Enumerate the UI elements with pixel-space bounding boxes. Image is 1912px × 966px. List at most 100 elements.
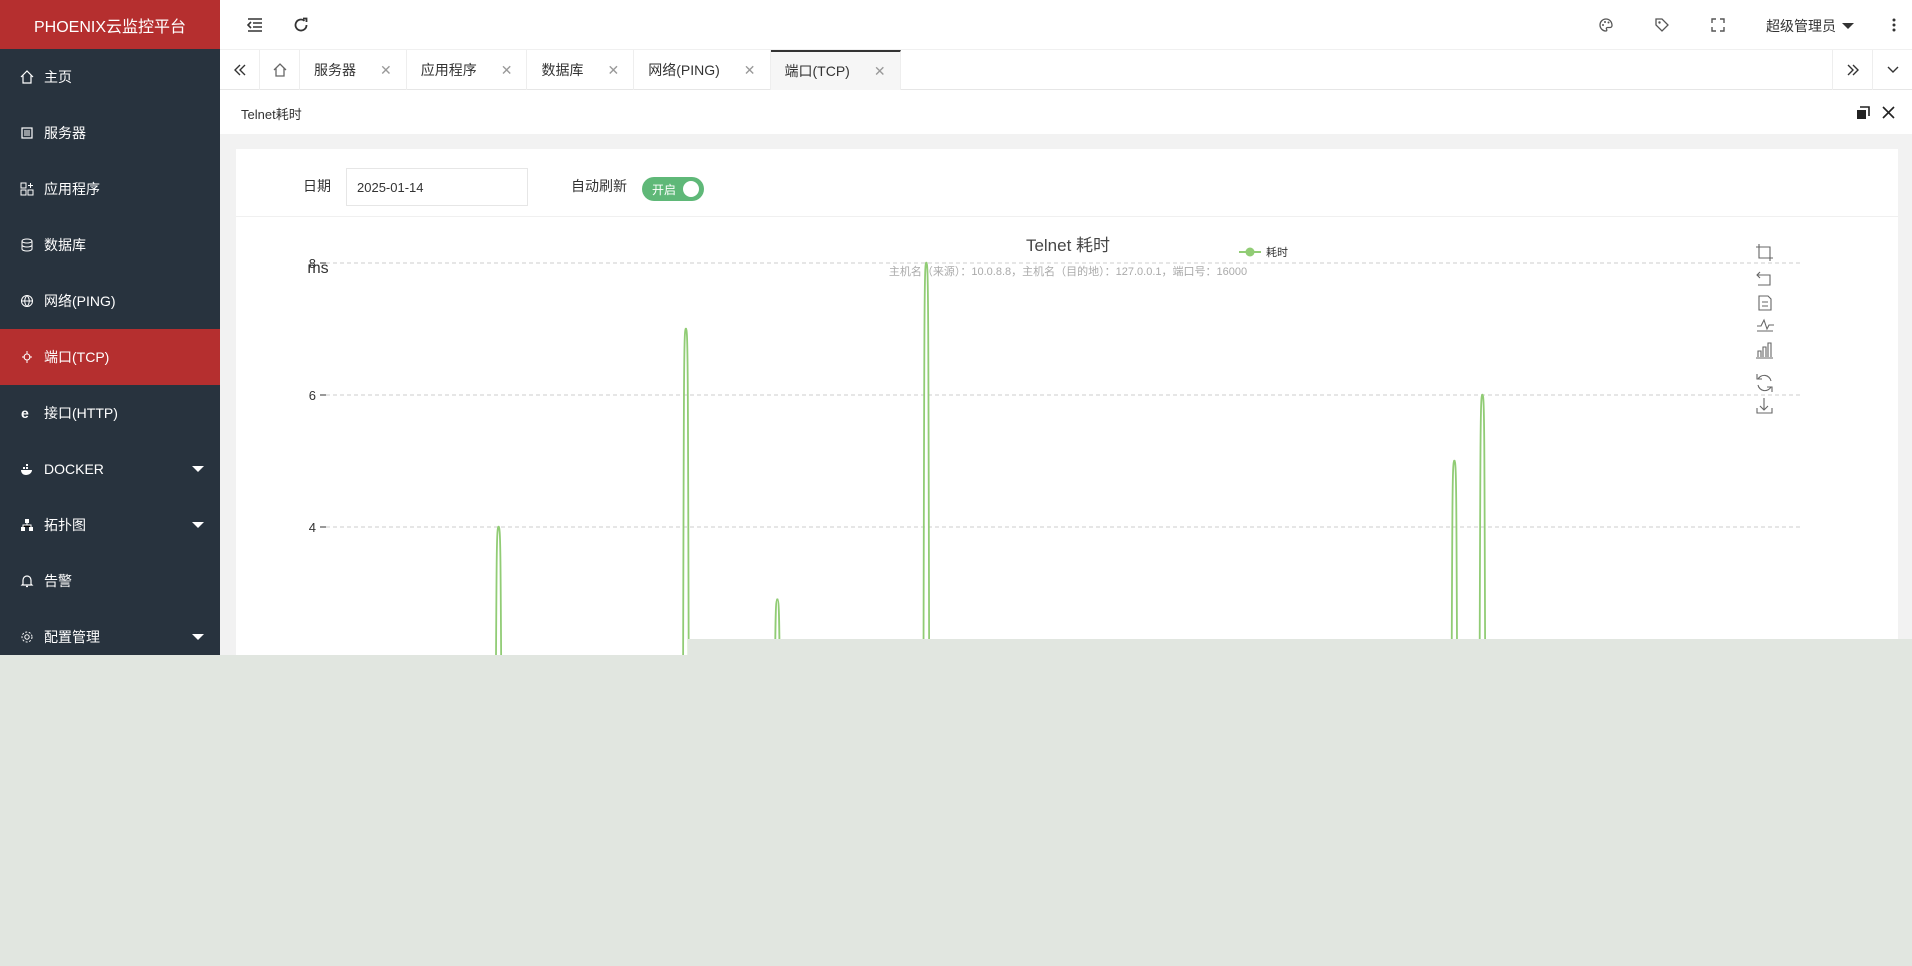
close-panel-button[interactable] (1882, 106, 1895, 122)
date-label: 日期 (303, 178, 331, 194)
tab-item[interactable]: 数据库 ✕ (527, 50, 635, 90)
sidebar-item-label: 拓扑图 (44, 517, 86, 533)
close-icon (1882, 106, 1895, 119)
fullscreen-button[interactable] (1707, 14, 1729, 36)
tab-list: 服务器 ✕ 应用程序 ✕ 数据库 ✕ 网络(PING) ✕ 端口(TCP) ✕ (300, 50, 901, 90)
refresh-button[interactable] (290, 14, 312, 36)
filter-form: 日期 2025-01-14 自动刷新 开启 (236, 149, 1898, 217)
tab-bar: 服务器 ✕ 应用程序 ✕ 数据库 ✕ 网络(PING) ✕ 端口(TCP) ✕ (220, 50, 1912, 90)
home-icon (20, 70, 34, 84)
app-logo[interactable]: PHOENIX云监控平台 (0, 0, 220, 49)
zoom-reset-tool[interactable] (1756, 271, 1771, 286)
sidebar-item-database[interactable]: 数据库 (0, 217, 220, 273)
tab-label: 网络(PING) (648, 62, 720, 78)
tab-item[interactable]: 网络(PING) ✕ (634, 50, 771, 90)
panel-title: Telnet耗时 (241, 107, 302, 122)
tab-label: 数据库 (541, 62, 584, 78)
series-line (495, 262, 1487, 655)
chevron-down-icon (192, 466, 204, 472)
bell-icon (20, 574, 34, 588)
more-button[interactable] (1883, 14, 1905, 36)
data-view-tool[interactable] (1758, 295, 1772, 311)
tabs-options-button[interactable] (1872, 50, 1912, 90)
close-tab-icon[interactable]: ✕ (380, 62, 392, 79)
tab-label: 应用程序 (420, 62, 477, 78)
data-point[interactable] (1481, 393, 1484, 397)
tab-label: 端口(TCP) (784, 63, 850, 79)
double-chevron-right-icon (1847, 64, 1859, 76)
y-tick-label: 4 (309, 520, 316, 535)
topbar: 超级管理员 (220, 0, 1912, 50)
save-image-tool[interactable] (1756, 398, 1773, 414)
legend-label: 耗时 (1266, 246, 1288, 259)
fullscreen-icon (1711, 18, 1725, 32)
data-point[interactable] (497, 525, 500, 529)
app-icon (20, 182, 34, 196)
user-name: 超级管理员 (1766, 18, 1836, 34)
close-tab-icon[interactable]: ✕ (744, 62, 756, 79)
tab-item[interactable]: 服务器 ✕ (300, 50, 407, 90)
zoom-tool[interactable] (1756, 244, 1773, 261)
data-point[interactable] (925, 261, 928, 265)
server-icon (20, 126, 34, 140)
sidebar-item-app[interactable]: 应用程序 (0, 161, 220, 217)
sidebar-item-label: 配置管理 (44, 629, 100, 645)
line-chart-tool[interactable] (1757, 318, 1774, 332)
sidebar: PHOENIX云监控平台 主页服务器应用程序 数据库网络(PING) 端口(TCP)… (0, 0, 220, 655)
sidebar-item-topology[interactable]: 拓扑图 (0, 497, 220, 553)
chart-toolbox (1756, 244, 1774, 414)
tabs-scroll-left-button[interactable] (220, 50, 260, 90)
sidebar-item-port[interactable]: 端口(TCP) (0, 329, 220, 385)
chart-legend[interactable]: 耗时 (1239, 246, 1288, 259)
chevron-down-icon (1887, 66, 1898, 73)
sidebar-item-globe[interactable]: 网络(PING) (0, 273, 220, 329)
close-tab-icon[interactable]: ✕ (501, 62, 513, 79)
auto-refresh-label: 自动刷新 (571, 178, 627, 194)
chevron-down-icon (192, 522, 204, 528)
chevron-down-icon (192, 634, 204, 640)
sidebar-item-server[interactable]: 服务器 (0, 105, 220, 161)
sidebar-item-label: 网络(PING) (44, 293, 116, 309)
restore-window-icon (1857, 106, 1870, 119)
sidebar-item-docker[interactable]: DOCKER (0, 441, 220, 497)
sidebar-item-label: DOCKER (44, 461, 104, 477)
tab-item[interactable]: 端口(TCP) ✕ (770, 50, 901, 90)
sidebar-item-label: 接口(HTTP) (44, 405, 118, 421)
theme-button[interactable] (1595, 14, 1617, 36)
collapse-menu-button[interactable] (244, 14, 266, 36)
sidebar-item-label: 服务器 (44, 125, 86, 141)
double-chevron-left-icon (233, 64, 245, 76)
chart-subtitle: 主机名（来源）：10.0.8.8，主机名（目的地）：127.0.0.1，端口号：… (889, 264, 1247, 278)
gear-icon (20, 630, 34, 644)
tab-home[interactable] (260, 50, 300, 90)
globe-icon (20, 294, 34, 308)
user-menu[interactable]: 超级管理员 (1766, 16, 1854, 36)
overlay-strip (688, 639, 1912, 659)
tag-button[interactable] (1651, 14, 1673, 36)
sidebar-item-bell[interactable]: 告警 (0, 553, 220, 609)
panel-body: 日期 2025-01-14 自动刷新 开启 468 Telnet 耗时 主机名（… (220, 134, 1912, 655)
data-point[interactable] (1453, 459, 1456, 463)
tab-label: 服务器 (314, 62, 356, 78)
tab-item[interactable]: 应用程序 ✕ (407, 50, 528, 90)
sidebar-item-home[interactable]: 主页 (0, 49, 220, 105)
switch-text: 开启 (652, 182, 677, 197)
data-point[interactable] (684, 327, 688, 331)
tabs-scroll-right-button[interactable] (1832, 50, 1872, 90)
sidebar-item-ie[interactable]: e 接口(HTTP) (0, 385, 220, 441)
empty-area (0, 655, 1912, 966)
close-tab-icon[interactable]: ✕ (607, 62, 619, 79)
more-vertical-icon (1892, 18, 1896, 32)
data-point[interactable] (776, 598, 779, 601)
maximize-button[interactable] (1856, 106, 1870, 123)
tag-icon (1655, 18, 1669, 32)
auto-refresh-switch[interactable]: 开启 (642, 177, 704, 201)
docker-icon (20, 462, 34, 476)
sidebar-item-label: 主页 (44, 69, 72, 85)
restore-tool[interactable] (1756, 374, 1773, 392)
close-tab-icon[interactable]: ✕ (874, 63, 886, 80)
date-input[interactable]: 2025-01-14 (346, 168, 528, 206)
svg-text:e: e (21, 406, 29, 420)
database-icon (20, 238, 34, 252)
bar-chart-tool[interactable] (1756, 342, 1773, 359)
